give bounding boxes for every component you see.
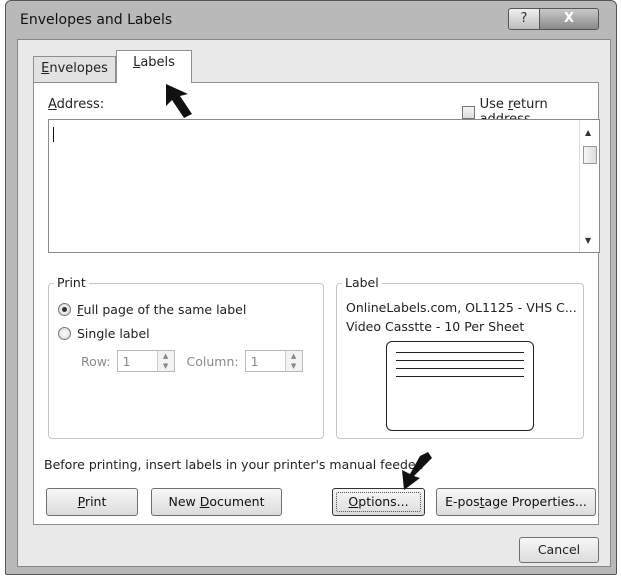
dialog-client-area: Envelopes Labels Address: Use return add…	[17, 39, 611, 567]
row-label: Row:	[81, 353, 111, 369]
radio-full-page[interactable]: Full page of the same label	[58, 302, 246, 317]
address-scrollbar[interactable]: ▲ ▼	[579, 120, 599, 252]
e-postage-properties-button[interactable]: E-postage Properties...	[436, 488, 596, 516]
new-document-button[interactable]: New Document	[151, 488, 282, 516]
column-value: 1	[250, 354, 259, 369]
row-spinner-arrows-icon[interactable]: ▲ ▼	[156, 351, 174, 371]
window-title: Envelopes and Labels	[20, 12, 173, 28]
scroll-up-icon[interactable]: ▲	[585, 128, 591, 137]
label-preview-image[interactable]	[386, 341, 534, 431]
radio-single-label[interactable]: Single label	[58, 326, 150, 341]
checkbox-box[interactable]	[462, 105, 475, 119]
tab-labels-label: Labels	[133, 55, 175, 70]
column-spinner[interactable]: 1 ▲ ▼	[244, 350, 303, 372]
cancel-button[interactable]: Cancel	[519, 537, 599, 563]
label-group-legend: Label	[342, 275, 382, 290]
pointer-arrow-icon	[402, 452, 432, 490]
dialog-window: Envelopes and Labels ? X Envelopes Label…	[5, 0, 617, 575]
label-product-name: OnlineLabels.com, OL1125 - VHS C...	[346, 300, 577, 315]
column-spinner-arrows-icon[interactable]: ▲ ▼	[284, 351, 302, 371]
text-caret	[53, 127, 54, 142]
preview-line	[396, 368, 524, 369]
column-label: Column:	[186, 353, 239, 369]
print-group-legend: Print	[54, 275, 89, 290]
address-textarea[interactable]: ▲ ▼	[48, 119, 600, 253]
radio-full-page-dot[interactable]	[58, 303, 71, 316]
options-button[interactable]: Options...	[332, 488, 425, 516]
pointer-arrow-icon	[166, 84, 192, 118]
preview-line	[396, 352, 524, 353]
print-button[interactable]: Print	[46, 488, 138, 516]
help-button[interactable]: ?	[508, 8, 540, 30]
title-bar[interactable]: Envelopes and Labels ? X	[6, 1, 616, 39]
radio-single-label-label: Single label	[77, 326, 150, 341]
printing-note: Before printing, insert labels in your p…	[44, 457, 424, 472]
labels-tab-panel: Address: Use return address ▲ ▼ Print Fu	[33, 82, 600, 525]
tab-labels[interactable]: Labels	[116, 50, 192, 83]
close-button[interactable]: X	[539, 8, 599, 30]
row-spinner[interactable]: 1 ▲ ▼	[116, 350, 175, 372]
preview-line	[396, 360, 524, 361]
scroll-down-icon[interactable]: ▼	[585, 236, 591, 245]
tab-envelopes-label: Envelopes	[41, 61, 108, 76]
row-column-controls: Row: 1 ▲ ▼ Column: 1 ▲ ▼	[81, 350, 315, 372]
label-product-description: Video Casstte - 10 Per Sheet	[346, 319, 525, 334]
row-value: 1	[122, 354, 131, 369]
print-group: Print Full page of the same label Single…	[48, 275, 324, 439]
preview-line	[396, 376, 524, 377]
label-group[interactable]: Label OnlineLabels.com, OL1125 - VHS C..…	[336, 275, 584, 439]
scroll-thumb[interactable]	[583, 146, 597, 164]
radio-single-label-dot[interactable]	[58, 327, 71, 340]
tab-envelopes[interactable]: Envelopes	[33, 56, 116, 82]
address-label: Address:	[48, 97, 105, 112]
radio-full-page-label: Full page of the same label	[77, 302, 247, 317]
